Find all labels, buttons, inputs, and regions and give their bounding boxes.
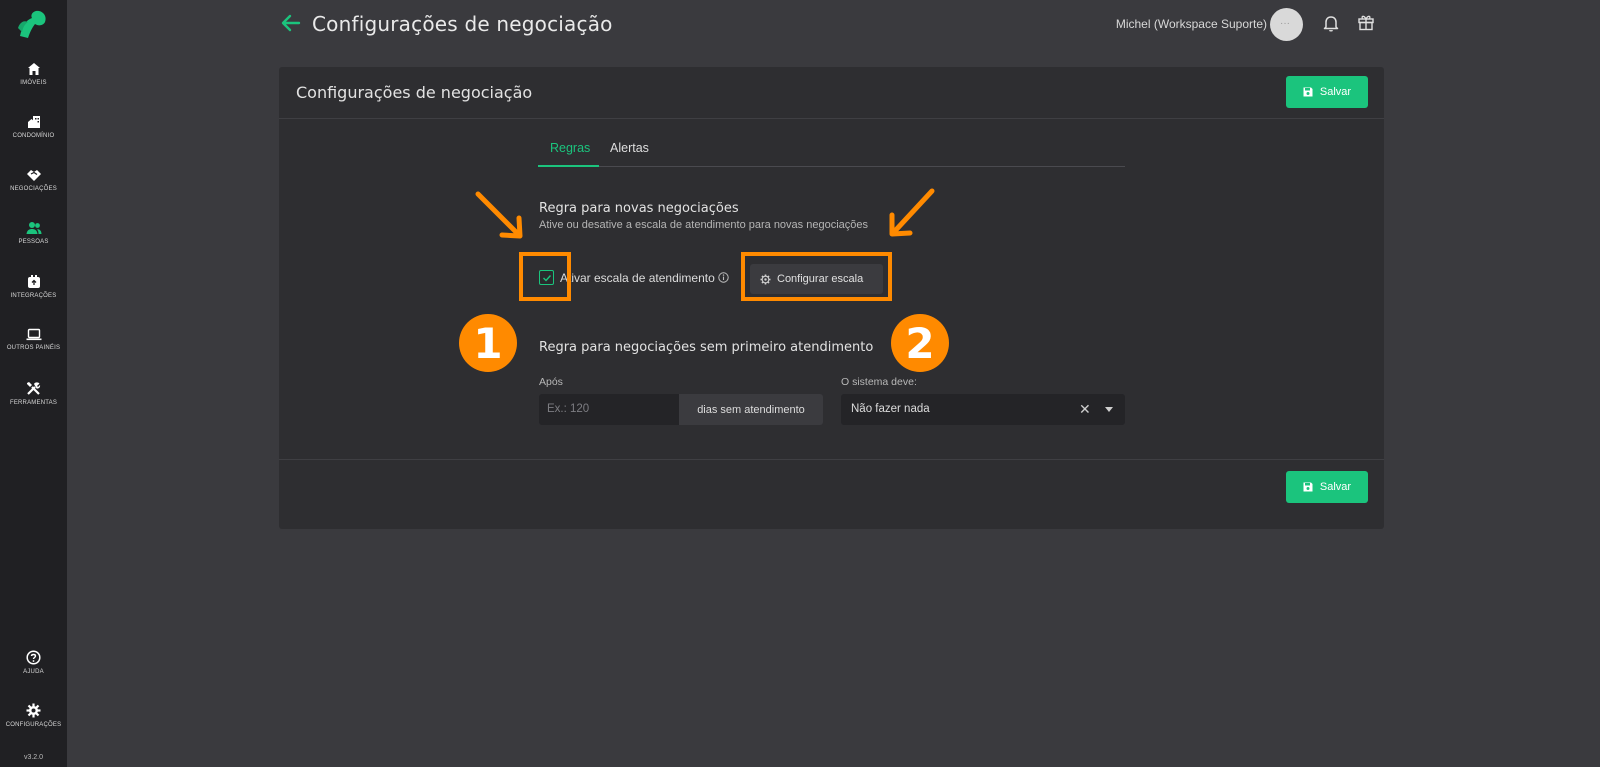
section-no-first-contact-title: Regra para negociações sem primeiro aten… [539,340,874,355]
highlight-box-config [741,252,892,301]
user-name[interactable]: Michel (Workspace Suporte) [1116,17,1267,31]
save-button-bottom[interactable]: Salvar [1286,471,1368,503]
step-badge-1: 1 [459,314,517,372]
avatar[interactable]: ··· [1270,8,1303,41]
sidebar-item-pessoas[interactable]: PESSOAS [0,221,67,245]
sidebar-item-label: OUTROS PAINÉIS [6,345,61,351]
tools-icon [27,382,41,395]
system-action-value: Não fazer nada [851,403,930,415]
save-label: Salvar [1319,86,1352,98]
clear-icon[interactable]: ✕ [1079,401,1091,418]
chevron-down-icon[interactable] [1105,407,1113,412]
integration-icon [27,275,40,288]
help-icon [26,650,41,665]
days-addon: dias sem atendimento [679,394,823,425]
sidebar-item-label: CONFIGURAÇÕES [5,722,62,728]
page-title: Configurações de negociação [312,12,613,36]
sidebar-item-label: IMÓVEIS [20,80,47,86]
logo[interactable] [16,8,50,40]
sidebar-item-label: AJUDA [23,669,44,675]
bell-icon[interactable] [1323,14,1339,32]
tab-bar: Regras Alertas [538,133,1125,167]
laptop-icon [26,328,41,341]
save-icon [1303,482,1313,492]
version-label: v3.2.0 [23,754,44,761]
home-icon [27,63,40,75]
tab-regras[interactable]: Regras [550,141,590,155]
highlight-box-checkbox [519,252,571,301]
after-label: Após [539,376,563,388]
save-icon [1303,87,1313,97]
handshake-icon [26,170,41,181]
card-title: Configurações de negociação [296,83,533,102]
arrow-pointer-2-icon [889,188,935,237]
card-header: Configurações de negociação Salvar [279,67,1384,119]
tab-alertas[interactable]: Alertas [610,141,649,155]
save-button-top[interactable]: Salvar [1286,76,1368,108]
sidebar-item-integracoes[interactable]: INTEGRAÇÕES [0,274,67,299]
info-icon[interactable] [718,272,729,283]
active-tab-indicator [538,165,599,167]
sidebar-item-configuracoes[interactable]: CONFIGURAÇÕES [0,703,67,728]
sidebar-item-ferramentas[interactable]: FERRAMENTAS [0,381,67,406]
days-input[interactable]: Ex.: 120 [539,394,679,425]
back-arrow-icon[interactable] [280,12,302,34]
section-new-negotiations-title: Regra para novas negociações [539,201,739,216]
footer-divider [279,459,1384,460]
sidebar-item-imoveis[interactable]: IMÓVEIS [0,62,67,86]
settings-icon [26,703,41,718]
section-new-negotiations-subtitle: Ative ou desative a escala de atendiment… [539,219,868,231]
sidebar-item-label: NEGOCIAÇÕES [10,186,57,192]
sidebar-item-label: PESSOAS [18,239,49,245]
building-icon [27,116,40,128]
sidebar-item-negociacoes[interactable]: NEGOCIAÇÕES [0,168,67,192]
sidebar-item-label: INTEGRAÇÕES [10,293,57,299]
people-icon [26,222,41,234]
step-badge-2: 2 [891,314,949,372]
save-label: Salvar [1319,481,1352,493]
system-action-select[interactable]: Não fazer nada ✕ [841,394,1125,425]
gift-icon[interactable] [1357,13,1375,31]
system-action-label: O sistema deve: [841,376,917,388]
sidebar-item-outros-paineis[interactable]: OUTROS PAINÉIS [0,328,67,351]
sidebar-item-condominio[interactable]: CONDOMÍNIO [0,115,67,139]
arrow-pointer-1-icon [475,191,523,239]
enable-scale-label[interactable]: Ativar escala de atendimento [560,271,715,285]
sidebar: IMÓVEIS CONDOMÍNIO NEGOCIAÇÕES PESSOAS I… [0,0,67,767]
sidebar-item-label: FERRAMENTAS [9,400,58,406]
sidebar-item-label: CONDOMÍNIO [12,133,55,139]
avatar-text: ··· [1280,18,1290,29]
sidebar-item-ajuda[interactable]: AJUDA [0,650,67,675]
